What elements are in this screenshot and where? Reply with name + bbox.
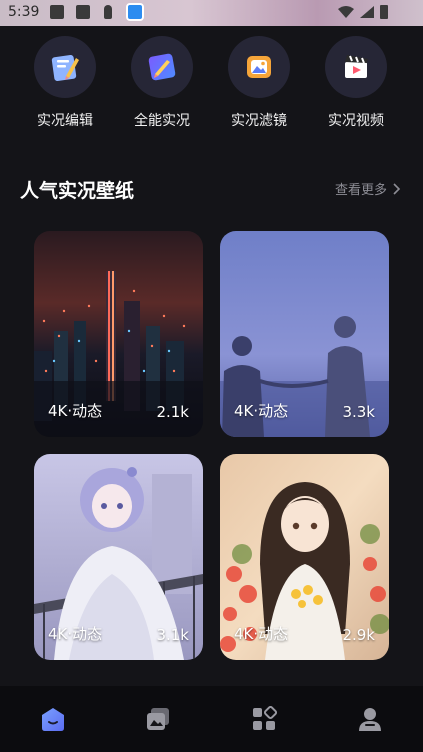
card-count: 2.1k <box>156 403 189 421</box>
card-tag: 4K·动态 <box>234 402 289 420</box>
wifi-icon <box>338 6 354 18</box>
location-icon <box>104 5 112 19</box>
status-bar: 5:39 <box>0 0 423 26</box>
nav-apps[interactable] <box>251 705 278 732</box>
status-time: 5:39 <box>8 4 40 20</box>
nav-gallery[interactable] <box>145 706 171 732</box>
quick-action-live-video[interactable]: 实况视频 <box>311 36 401 130</box>
bottom-nav <box>0 686 423 752</box>
apps-icon <box>253 705 278 730</box>
all-live-icon <box>131 36 193 98</box>
quick-action-label: 实况编辑 <box>37 113 93 129</box>
live-video-icon <box>325 36 387 98</box>
wallpaper-card[interactable]: 4K·动态 2.9k <box>220 454 389 660</box>
signal-icon <box>360 6 374 18</box>
card-count: 3.1k <box>156 626 189 644</box>
quick-action-label: 实况视频 <box>328 113 384 129</box>
card-tag: 4K·动态 <box>48 625 103 643</box>
wallpaper-card[interactable]: 4K·动态 3.1k <box>34 454 203 660</box>
quick-action-label: 实况滤镜 <box>231 113 287 129</box>
wallpaper-card[interactable]: 4K·动态 2.1k <box>34 231 203 437</box>
view-more-link[interactable]: 查看更多 <box>335 179 401 198</box>
quick-action-live-edit[interactable]: 实况编辑 <box>20 36 110 130</box>
chevron-right-icon <box>393 182 401 195</box>
card-tag: 4K·动态 <box>48 402 103 420</box>
mail-icon <box>76 5 90 19</box>
section-title: 人气实况壁纸 <box>20 180 135 202</box>
live-edit-icon <box>34 36 96 98</box>
battery-icon <box>380 5 388 19</box>
card-tag: 4K·动态 <box>234 625 289 643</box>
quick-actions: 实况编辑 全能实况 实况滤镜 实况视频 <box>0 36 423 136</box>
profile-icon <box>359 708 381 731</box>
home-icon <box>42 708 64 731</box>
nav-home[interactable] <box>40 706 66 732</box>
view-more-label: 查看更多 <box>334 183 387 198</box>
nav-profile[interactable] <box>357 706 383 732</box>
quick-action-all-live[interactable]: 全能实况 <box>117 36 207 130</box>
card-count: 3.3k <box>342 403 375 421</box>
card-count: 2.9k <box>342 626 375 644</box>
quick-action-label: 全能实况 <box>134 113 190 129</box>
mail-icon <box>50 5 64 19</box>
gallery-icon <box>147 708 169 730</box>
app-notification-icon <box>126 3 144 21</box>
live-filter-icon <box>228 36 290 98</box>
quick-action-live-filter[interactable]: 实况滤镜 <box>214 36 304 130</box>
wallpaper-card[interactable]: 4K·动态 3.3k <box>220 231 389 437</box>
